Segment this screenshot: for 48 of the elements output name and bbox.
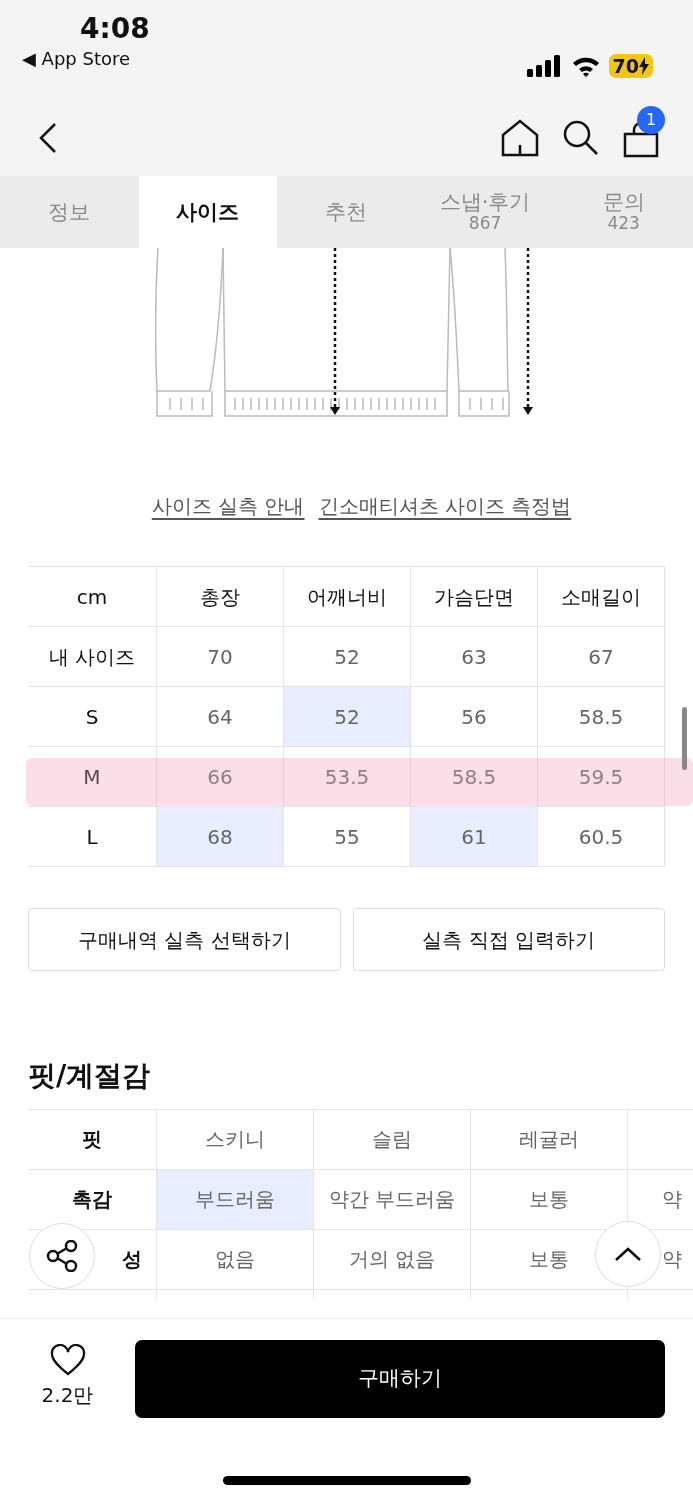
guide-link[interactable]: 긴소매티셔츠 사이즈 측정법 xyxy=(318,491,572,521)
back-icon[interactable] xyxy=(38,122,58,154)
table-cell: 레귤러 xyxy=(471,1109,628,1170)
section-title: 핏/계절감 xyxy=(28,1059,152,1093)
table-cell: 53.5 xyxy=(284,747,411,807)
battery-level: 70 xyxy=(608,54,653,78)
table-cell: 슬림 xyxy=(314,1109,471,1170)
table-cell: 59.5 xyxy=(538,747,665,807)
measure-button[interactable]: 구매내역 실측 선택하기 xyxy=(28,908,341,971)
row-label: S xyxy=(28,687,157,747)
table-cell: 부드러움 xyxy=(157,1169,314,1230)
column-header: 어깨너비 xyxy=(284,567,411,627)
measure-button[interactable]: 실측 직접 입력하기 xyxy=(352,908,665,971)
buy-button[interactable]: 구매하기 xyxy=(135,1340,665,1418)
row-label: M xyxy=(28,747,157,807)
column-header: 가슴단면 xyxy=(411,567,538,627)
table-cell: 스키니 xyxy=(157,1109,314,1170)
table-cell: 거의 없음 xyxy=(314,1229,471,1290)
table-cell: 약간 부드러움 xyxy=(314,1169,471,1230)
guide-link[interactable]: 사이즈 실측 안내 xyxy=(151,491,305,521)
scrollbar xyxy=(682,707,687,770)
charging-bolt-icon xyxy=(639,57,649,75)
search-icon[interactable] xyxy=(563,120,599,156)
home-icon[interactable] xyxy=(501,119,539,157)
status-time: 4:08 xyxy=(80,14,150,45)
table-cell: 68 xyxy=(157,807,284,867)
column-header: 소매길이 xyxy=(538,567,665,627)
table-cell: 61 xyxy=(411,807,538,867)
row-label: 내 사이즈 xyxy=(28,627,157,687)
table-cell: 67 xyxy=(538,627,665,687)
column-header: cm xyxy=(28,567,157,627)
back-to-app-link[interactable]: ◀ App Store xyxy=(22,44,150,72)
share-icon xyxy=(46,1240,78,1272)
table-cell: 56 xyxy=(411,687,538,747)
table-cell: 없음 xyxy=(157,1229,314,1290)
table-cell: 63 xyxy=(411,627,538,687)
table-cell: 70 xyxy=(157,627,284,687)
heart-icon[interactable] xyxy=(49,1344,86,1376)
tab[interactable]: 사이즈 xyxy=(138,176,278,248)
signal-icon xyxy=(526,55,563,77)
table-cell: 58.5 xyxy=(538,687,665,747)
like-count: 2.2만 xyxy=(41,1382,94,1409)
row-label: 핏 xyxy=(28,1109,157,1170)
chevron-up-icon xyxy=(614,1246,642,1262)
cart-count-badge: 1 xyxy=(637,106,665,134)
table-cell: 60.5 xyxy=(538,807,665,867)
column-header: 총장 xyxy=(157,567,284,627)
table-cell: 52 xyxy=(284,687,411,747)
